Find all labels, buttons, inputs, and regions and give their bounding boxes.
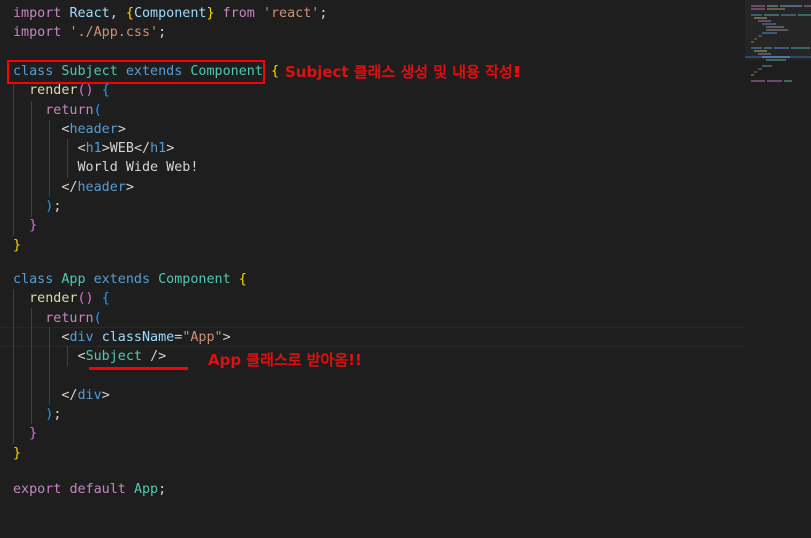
minimap-segment: [762, 65, 772, 67]
code-line[interactable]: );: [0, 197, 745, 216]
code-line[interactable]: return(: [0, 101, 745, 120]
code-line[interactable]: export default App;: [0, 480, 745, 499]
code-line-tokens: );: [45, 407, 62, 423]
code-line[interactable]: render() {: [0, 289, 745, 308]
minimap-segment: [751, 47, 762, 49]
code-line[interactable]: </div>: [0, 386, 745, 405]
minimap-segment: [754, 50, 767, 52]
code-line-tokens: return(: [45, 102, 102, 118]
code-line-tokens: render() {: [29, 291, 110, 307]
annotation-note-subject-class: Subject 클래스 생성 및 내용 작성!!: [285, 63, 521, 82]
minimap-segment: [751, 74, 754, 76]
minimap-segment: [804, 5, 811, 7]
minimap-segment: [798, 14, 811, 16]
annotation-note-subject-class-text: Subject 클래스 생성 및 내용 작성: [285, 63, 513, 81]
code-line-current[interactable]: <div className="App">: [0, 328, 745, 347]
minimap-segment: [780, 5, 802, 7]
minimap-segment: [754, 38, 757, 40]
code-line-tokens: class Subject extends Component {: [13, 63, 280, 79]
minimap-segment: [774, 47, 789, 49]
minimap-segment: [758, 53, 771, 55]
code-line-tokens: }: [13, 237, 22, 253]
minimap-segment: [766, 29, 788, 31]
code-line[interactable]: class App extends Component {: [0, 270, 745, 289]
annotation-note-subject-usage-text: App 클래스로 받아옴!: [208, 351, 355, 369]
code-editor[interactable]: import React, {Component} from 'react'; …: [0, 0, 811, 521]
minimap-segment: [751, 5, 765, 7]
code-line-tokens: World Wide Web!: [13, 160, 199, 176]
code-line[interactable]: [0, 43, 745, 62]
code-line[interactable]: <h1>WEB</h1>: [0, 139, 745, 158]
minimap-segment: [762, 32, 777, 34]
minimap-segment: [767, 8, 785, 10]
code-line-tokens: </div>: [61, 387, 110, 403]
code-line[interactable]: <header>: [0, 120, 745, 139]
annotation-note-subject-usage-mark: !: [354, 351, 361, 369]
minimap-segment: [758, 20, 771, 22]
code-line-tokens: <header>: [61, 121, 126, 137]
code-line[interactable]: }: [0, 216, 745, 235]
minimap-segment: [784, 80, 792, 82]
minimap-segment: [766, 59, 786, 61]
code-line-tokens: import './App.css';: [13, 25, 167, 41]
minimap-segment: [762, 56, 790, 58]
code-line-tokens: import React, {Component} from 'react';: [13, 6, 328, 21]
code-line[interactable]: );: [0, 405, 745, 424]
code-line-tokens: export default App;: [13, 482, 167, 497]
minimap-segment: [764, 47, 772, 49]
code-line-tokens: }: [13, 445, 22, 461]
code-line-tokens: </header>: [61, 179, 134, 195]
code-line[interactable]: import './App.css';: [0, 23, 745, 42]
code-line[interactable]: }: [0, 444, 745, 463]
annotation-underline-subject-usage: [89, 367, 188, 370]
annotation-note-subject-class-mark: !!: [512, 63, 521, 81]
code-line[interactable]: render() {: [0, 81, 745, 100]
code-line-tokens: <h1>WEB</h1>: [77, 141, 175, 157]
code-line-tokens: class App extends Component {: [13, 272, 247, 287]
minimap-segment: [767, 80, 782, 82]
minimap-segment: [766, 26, 784, 28]
code-line-tokens: <div className="App">: [61, 329, 231, 345]
minimap[interactable]: [745, 0, 811, 521]
code-line[interactable]: }: [0, 236, 745, 255]
code-line-tokens: return(: [45, 310, 102, 326]
minimap-segment: [758, 68, 762, 70]
minimap-segment: [762, 23, 776, 25]
minimap-segment: [754, 17, 767, 19]
code-line-tokens: render() {: [29, 83, 110, 99]
minimap-segment: [751, 8, 765, 10]
minimap-segment: [751, 80, 765, 82]
minimap-segment: [751, 41, 754, 43]
minimap-segment: [751, 14, 762, 16]
code-line-tokens: }: [29, 218, 38, 234]
code-line[interactable]: </header>: [0, 178, 745, 197]
code-line[interactable]: <Subject />: [0, 347, 745, 366]
code-line[interactable]: import React, {Component} from 'react';: [0, 4, 745, 23]
minimap-segment: [791, 47, 810, 49]
code-line-tokens: <Subject />: [77, 349, 167, 365]
code-line-tokens: }: [29, 426, 38, 442]
code-line[interactable]: World Wide Web!: [0, 158, 745, 177]
minimap-segment: [764, 14, 779, 16]
minimap-segment: [767, 5, 778, 7]
minimap-segment: [758, 35, 762, 37]
code-line-tokens: );: [45, 199, 62, 214]
minimap-segment: [754, 71, 757, 73]
annotation-note-subject-usage: App 클래스로 받아옴!!: [208, 351, 361, 370]
code-line[interactable]: return(: [0, 309, 745, 328]
code-line[interactable]: }: [0, 424, 745, 443]
minimap-segment: [781, 14, 796, 16]
